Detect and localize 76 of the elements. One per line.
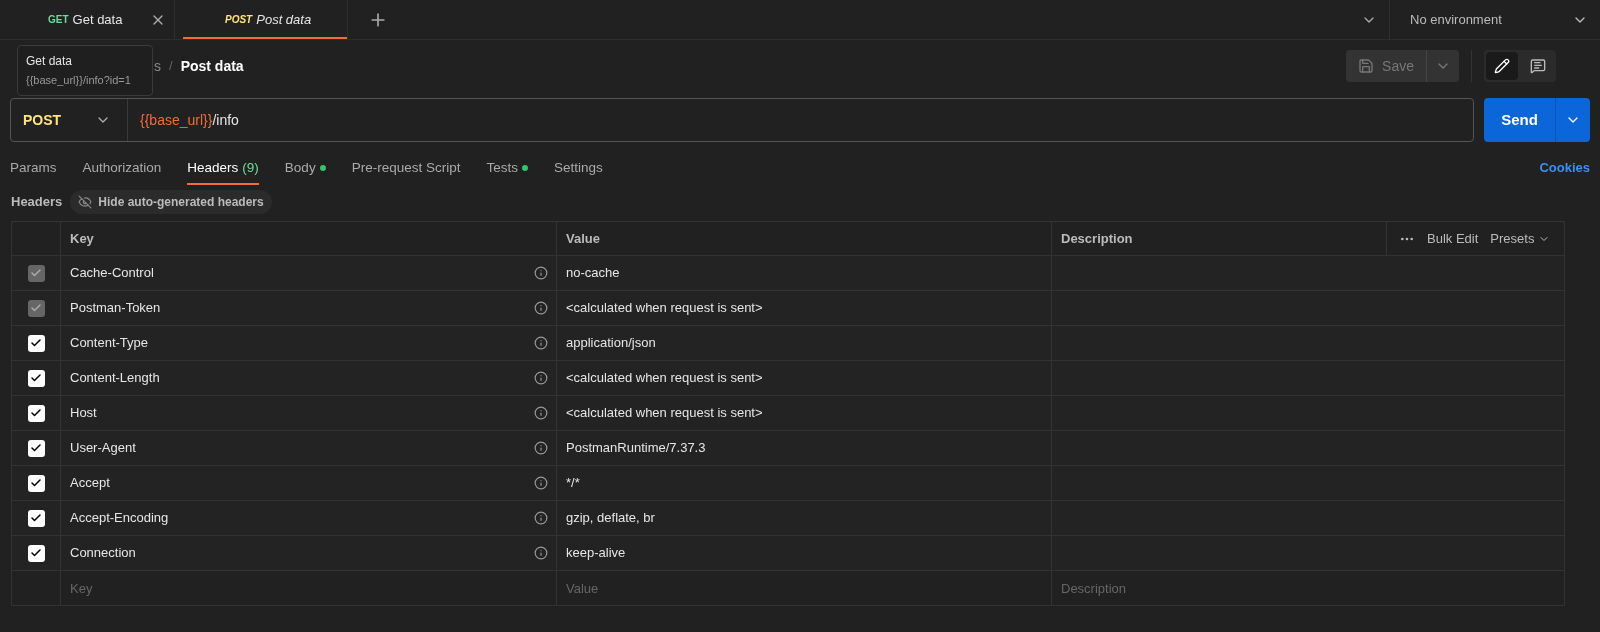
- header-key: Cache-Control: [70, 263, 154, 283]
- value-input[interactable]: Value: [557, 571, 1051, 605]
- header-key: Accept: [70, 473, 110, 493]
- header-value: gzip, deflate, br: [566, 509, 655, 528]
- column-header: Value: [556, 222, 1051, 255]
- check-icon: [30, 407, 42, 419]
- check-icon: [30, 267, 42, 279]
- column-header: Description: [1051, 222, 1386, 255]
- header-value: <calculated when request is sent>: [566, 404, 763, 423]
- header-value: keep-alive: [566, 544, 626, 563]
- checkbox[interactable]: [27, 369, 45, 387]
- header-key: User-Agent: [70, 438, 136, 458]
- url-input[interactable]: {{base_url}}/info: [128, 109, 239, 131]
- checkbox[interactable]: [27, 474, 45, 492]
- check-icon: [30, 302, 42, 314]
- header-key: Content-Type: [70, 333, 149, 353]
- info-icon[interactable]: [534, 441, 548, 455]
- section-tab[interactable]: Settings: [553, 151, 603, 185]
- check-icon: [30, 512, 42, 524]
- checkbox[interactable]: [27, 544, 45, 562]
- check-icon: [30, 547, 42, 559]
- section-tab[interactable]: Params: [10, 151, 57, 185]
- tooltip-title: Get data: [26, 53, 74, 70]
- cookies-link[interactable]: Cookies: [1539, 151, 1590, 185]
- header-value: no-cache: [566, 264, 620, 283]
- description-input[interactable]: Description: [1052, 571, 1564, 605]
- eye-off-icon: [78, 194, 93, 209]
- bulk-edit-button[interactable]: Bulk Edit: [1427, 228, 1479, 249]
- checkbox[interactable]: [27, 334, 45, 352]
- hide-headers-button[interactable]: Hide auto-generated headers: [70, 189, 272, 214]
- tooltip-url: {{base_url}}/info?id=1: [26, 73, 132, 88]
- column-header: Key: [60, 222, 556, 255]
- header-value: <calculated when request is sent>: [566, 369, 763, 388]
- header-key: Accept-Encoding: [70, 508, 169, 528]
- info-icon[interactable]: [534, 371, 548, 385]
- info-icon[interactable]: [534, 546, 548, 560]
- header-value: PostmanRuntime/7.37.3: [566, 439, 706, 458]
- header-key: Postman-Token: [70, 298, 161, 318]
- environment-selector[interactable]: No environment: [1390, 0, 1600, 39]
- save-icon: [1358, 58, 1375, 74]
- breadcrumb-separator: /: [169, 57, 173, 76]
- check-icon: [30, 477, 42, 489]
- request-tab[interactable]: GET Get data: [0, 0, 175, 39]
- breadcrumb-item: Post data: [180, 56, 244, 76]
- header-key: Connection: [70, 543, 136, 563]
- check-icon: [30, 337, 42, 349]
- request-tab[interactable]: POST Post data: [183, 0, 348, 39]
- info-icon[interactable]: [534, 336, 548, 350]
- info-icon[interactable]: [534, 266, 548, 280]
- comment-icon: [1530, 58, 1546, 74]
- header-value: application/json: [566, 334, 656, 353]
- method-selector[interactable]: POST: [11, 99, 128, 141]
- info-icon[interactable]: [534, 301, 548, 315]
- info-icon[interactable]: [534, 406, 548, 420]
- check-icon: [30, 442, 42, 454]
- header-key: Host: [70, 403, 97, 423]
- presets-button[interactable]: Presets: [1490, 228, 1551, 249]
- section-tab[interactable]: Authorization: [82, 151, 162, 185]
- key-input[interactable]: Key: [61, 571, 556, 605]
- pencil-icon: [1494, 58, 1510, 74]
- checkbox[interactable]: [27, 439, 45, 457]
- headers-label: Headers: [11, 192, 63, 211]
- section-tab[interactable]: Pre-request Script: [351, 151, 461, 185]
- section-tab[interactable]: Headers (9): [187, 151, 259, 185]
- info-icon[interactable]: [534, 511, 548, 525]
- edit-button[interactable]: [1486, 52, 1518, 80]
- header-key: Content-Length: [70, 368, 160, 388]
- header-value: */*: [566, 474, 580, 493]
- info-icon[interactable]: [534, 476, 548, 490]
- section-tab[interactable]: Tests: [486, 151, 528, 185]
- header-value: <calculated when request is sent>: [566, 299, 763, 318]
- checkbox[interactable]: [27, 509, 45, 527]
- breadcrumb-item[interactable]: s: [154, 55, 161, 77]
- check-icon: [30, 372, 42, 384]
- section-tab[interactable]: Body: [284, 151, 326, 185]
- checkbox[interactable]: [27, 404, 45, 422]
